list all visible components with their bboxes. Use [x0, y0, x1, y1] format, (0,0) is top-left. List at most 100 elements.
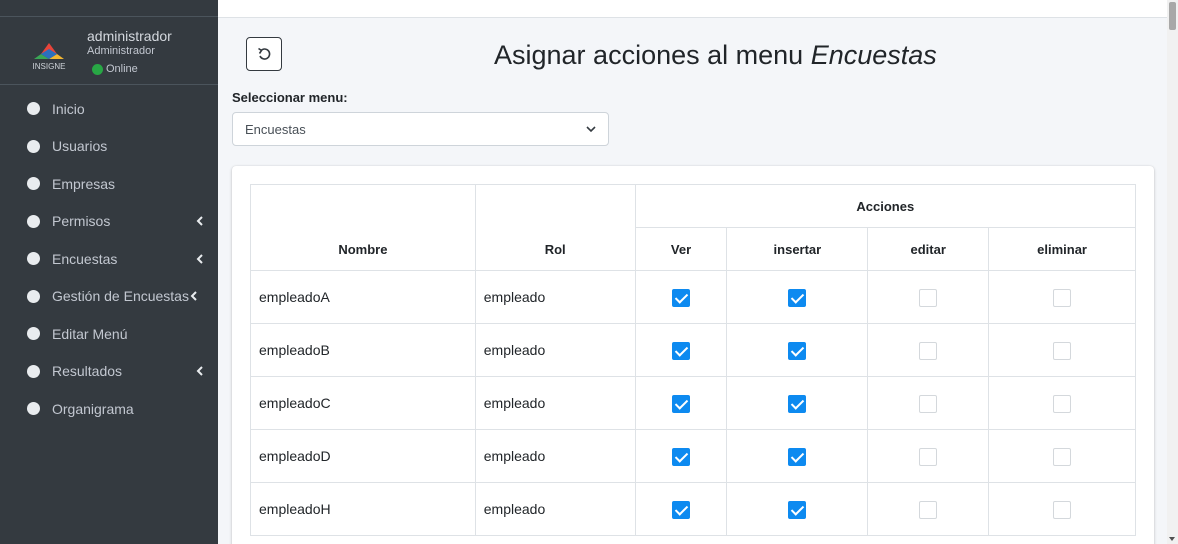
cell-ver — [634, 482, 728, 536]
insertar-checkbox[interactable] — [788, 342, 807, 360]
sidebar-item-inicio[interactable]: Inicio — [0, 90, 218, 128]
user-role: Administrador — [87, 45, 155, 57]
sidebar-item-label: Permisos — [52, 213, 111, 230]
insertar-checkbox[interactable] — [788, 501, 807, 519]
chevron-left-icon — [196, 216, 203, 226]
circle-icon — [27, 214, 40, 228]
cell-nombre: empleadoC — [250, 376, 476, 430]
cell-nombre: empleadoA — [250, 270, 476, 324]
avatar: INSIGNE — [33, 43, 65, 71]
sidebar-item-label: Gestión de Encuestas — [52, 288, 189, 305]
circle-icon — [27, 177, 40, 191]
cell-rol: empleado — [474, 429, 636, 483]
sidebar-item-label: Inicio — [52, 100, 85, 117]
page-title-prefix: Asignar acciones al menu — [494, 40, 804, 70]
cell-insertar — [726, 429, 869, 483]
insertar-checkbox[interactable] — [788, 395, 807, 413]
ver-checkbox[interactable] — [672, 342, 691, 360]
cell-rol: empleado — [474, 376, 636, 430]
col-group-header-acciones: Acciones — [634, 184, 1137, 228]
circle-icon — [27, 327, 40, 341]
cell-insertar — [726, 482, 869, 536]
sidebar-nav: Inicio Usuarios Empresas Permisos Encues… — [0, 90, 218, 428]
ver-checkbox[interactable] — [672, 289, 691, 307]
circle-icon — [27, 102, 40, 116]
user-status: Online — [92, 63, 138, 75]
circle-icon — [27, 139, 40, 153]
eliminar-checkbox[interactable] — [1053, 342, 1072, 360]
cell-editar — [867, 323, 990, 377]
sidebar-item-label: Encuestas — [52, 250, 118, 267]
cell-ver — [634, 376, 728, 430]
cell-nombre: empleadoD — [250, 429, 476, 483]
sidebar-item-usuarios[interactable]: Usuarios — [0, 128, 218, 166]
table-row: empleadoH empleado — [250, 482, 1136, 536]
online-status-icon — [92, 63, 103, 75]
sidebar-item-gestion-encuestas[interactable]: Gestión de Encuestas — [0, 278, 218, 316]
editar-checkbox[interactable] — [919, 501, 938, 519]
cell-nombre: empleadoB — [250, 323, 476, 377]
sidebar-item-label: Resultados — [52, 363, 123, 380]
sidebar-item-resultados[interactable]: Resultados — [0, 353, 218, 391]
scrollbar[interactable] — [1167, 0, 1178, 544]
cell-eliminar — [988, 376, 1136, 430]
insertar-checkbox[interactable] — [788, 289, 807, 307]
table-row: empleadoD empleado — [250, 429, 1136, 483]
table-row: empleadoA empleado — [250, 270, 1136, 324]
undo-icon — [258, 47, 271, 60]
top-navbar — [218, 0, 1167, 18]
eliminar-checkbox[interactable] — [1053, 448, 1072, 466]
menu-select[interactable]: Encuestas — [232, 112, 609, 146]
chevron-left-icon — [196, 254, 203, 264]
chevron-left-icon — [196, 366, 203, 376]
sidebar-item-label: Usuarios — [52, 138, 108, 155]
chevron-down-icon — [586, 126, 596, 133]
circle-icon — [27, 252, 40, 266]
cell-ver — [634, 429, 728, 483]
cell-rol: empleado — [474, 270, 636, 324]
editar-checkbox[interactable] — [919, 395, 938, 413]
col-header-editar: editar — [867, 227, 990, 271]
cell-eliminar — [988, 482, 1136, 536]
eliminar-checkbox[interactable] — [1053, 395, 1072, 413]
sidebar-brand-strip — [0, 0, 218, 17]
circle-icon — [27, 402, 40, 416]
eliminar-checkbox[interactable] — [1053, 501, 1072, 519]
user-panel[interactable]: INSIGNE administrador Administrador Onli… — [0, 17, 218, 85]
cell-insertar — [726, 270, 869, 324]
col-header-insertar: insertar — [726, 227, 869, 271]
user-name[interactable]: administrador — [87, 28, 172, 44]
sidebar-item-label: Organigrama — [52, 400, 134, 417]
ver-checkbox[interactable] — [672, 501, 691, 519]
circle-icon — [27, 364, 40, 378]
page-title-menu: Encuestas — [810, 40, 937, 70]
sidebar-item-editar-menu[interactable]: Editar Menú — [0, 315, 218, 353]
ver-checkbox[interactable] — [672, 395, 691, 413]
sidebar-item-label: Editar Menú — [52, 325, 128, 342]
col-header-ver: Ver — [634, 227, 728, 271]
sidebar-item-permisos[interactable]: Permisos — [0, 203, 218, 241]
cell-nombre: empleadoH — [250, 482, 476, 536]
ver-checkbox[interactable] — [672, 448, 691, 466]
cell-editar — [867, 270, 990, 324]
editar-checkbox[interactable] — [919, 342, 938, 360]
cell-rol: empleado — [474, 482, 636, 536]
page-title: Asignar acciones al menu Encuestas — [494, 40, 937, 71]
reset-button[interactable] — [246, 37, 282, 71]
cell-insertar — [726, 323, 869, 377]
circle-icon — [27, 289, 40, 303]
sidebar-item-organigrama[interactable]: Organigrama — [0, 390, 218, 428]
sidebar-item-empresas[interactable]: Empresas — [0, 165, 218, 203]
cell-editar — [867, 482, 990, 536]
col-header-eliminar: eliminar — [988, 227, 1136, 271]
editar-checkbox[interactable] — [919, 289, 938, 307]
sidebar-item-encuestas[interactable]: Encuestas — [0, 240, 218, 278]
eliminar-checkbox[interactable] — [1053, 289, 1072, 307]
scrollbar-thumb[interactable] — [1169, 2, 1176, 30]
editar-checkbox[interactable] — [919, 448, 938, 466]
scroll-down-arrow-icon[interactable] — [1169, 537, 1175, 541]
cell-rol: empleado — [474, 323, 636, 377]
insertar-checkbox[interactable] — [788, 448, 807, 466]
chevron-left-icon — [190, 291, 197, 301]
table-body: empleadoA empleado empleadoB empleado emplea… — [250, 270, 1136, 536]
